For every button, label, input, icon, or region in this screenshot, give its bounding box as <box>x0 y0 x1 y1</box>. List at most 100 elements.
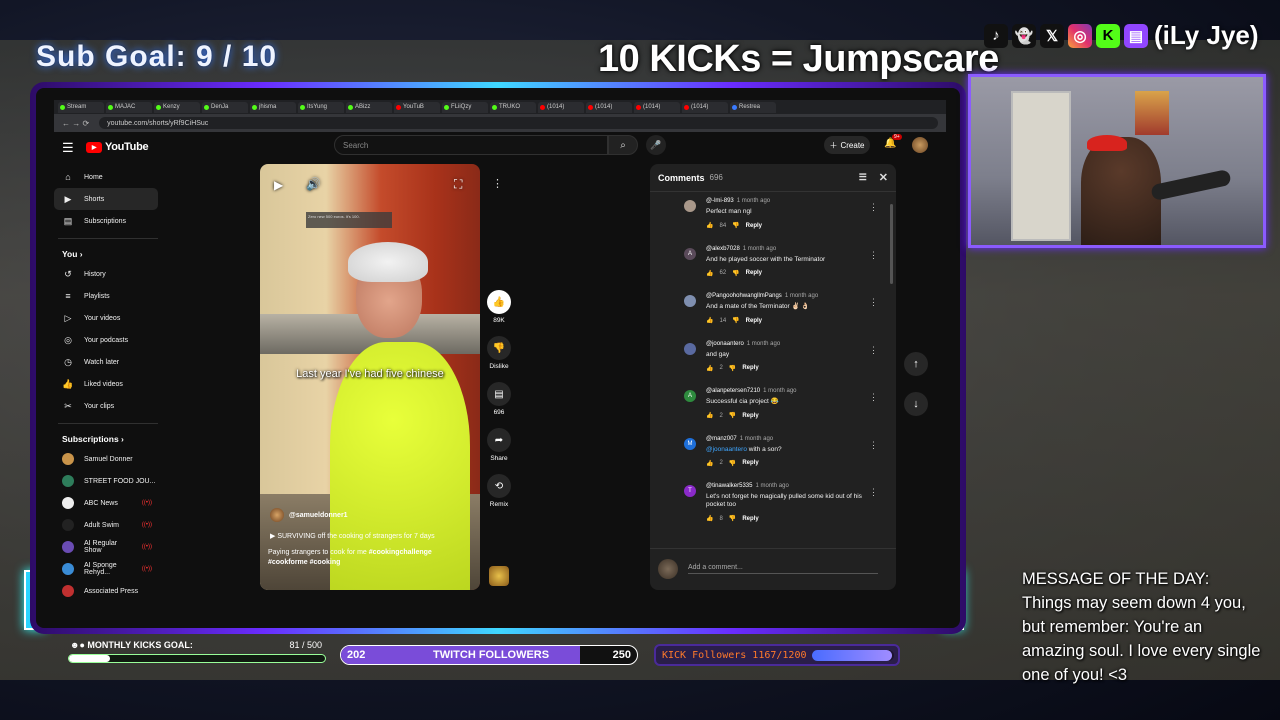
commenter-avatar[interactable]: M <box>684 437 696 450</box>
comment-more-icon[interactable]: ⋮ <box>869 440 878 451</box>
short-more-options-icon[interactable]: ⋮ <box>492 177 503 190</box>
sidebar-item-history[interactable]: ↺ History <box>54 263 158 285</box>
remix-icon[interactable]: ⟲ <box>487 474 511 498</box>
browser-tab[interactable]: TRUKO <box>490 101 536 113</box>
dislike-icon[interactable]: 👎 <box>487 336 511 360</box>
commenter-avatar[interactable]: A <box>684 247 696 260</box>
like-icon[interactable]: 👍 <box>706 270 713 277</box>
browser-tab[interactable]: Restrea <box>730 101 776 113</box>
short-channel[interactable]: @samueldonner1 <box>270 508 348 522</box>
back-forward-reload-icons[interactable]: ← → ⟳ <box>62 119 89 128</box>
account-avatar[interactable] <box>912 137 928 153</box>
volume-icon[interactable]: 🔊 <box>306 177 321 191</box>
sidebar-item-your-videos[interactable]: ▷ Your videos <box>54 307 158 329</box>
create-button[interactable]: ＋ Create <box>824 136 870 154</box>
hamburger-menu-icon[interactable]: ☰ <box>62 140 74 156</box>
hashtag[interactable]: #cooking <box>310 559 341 566</box>
comment-more-icon[interactable]: ⋮ <box>869 392 878 403</box>
sidebar-item-your-clips[interactable]: ✂ Your clips <box>54 395 158 417</box>
subscription-item[interactable]: STREET FOOD JOU... <box>54 470 158 492</box>
sidebar-item-playlists[interactable]: ≡ Playlists <box>54 285 158 307</box>
channel-avatar[interactable] <box>270 508 284 522</box>
sidebar-item-liked-videos[interactable]: 👍 Liked videos <box>54 373 158 395</box>
remix-sound-thumbnail[interactable] <box>489 566 509 586</box>
reply-button[interactable]: Reply <box>746 223 762 229</box>
reply-button[interactable]: Reply <box>742 413 758 419</box>
reply-button[interactable]: Reply <box>742 516 758 522</box>
sidebar-item-shorts[interactable]: ▶ Shorts <box>54 188 158 210</box>
sidebar-item-home[interactable]: ⌂ Home <box>54 166 158 188</box>
comments-scrollbar[interactable] <box>890 204 893 284</box>
browser-tab[interactable]: (1014) <box>634 101 680 113</box>
commenter-avatar[interactable] <box>684 342 696 355</box>
comment-author[interactable]: @PangoohohwangllmPangs <box>706 293 782 299</box>
comment-more-icon[interactable]: ⋮ <box>869 202 878 213</box>
comment-mention[interactable]: @joonaantero <box>706 446 747 453</box>
sort-icon[interactable]: ☰ <box>859 172 867 183</box>
browser-tab[interactable]: YouTuB <box>394 101 440 113</box>
browser-tab[interactable]: (1014) <box>538 101 584 113</box>
comment-more-icon[interactable]: ⋮ <box>869 345 878 356</box>
like-icon[interactable]: 👍 <box>706 460 713 467</box>
browser-tab[interactable]: jhisma <box>250 101 296 113</box>
play-icon[interactable]: ▶ <box>274 178 283 192</box>
commenter-avatar[interactable]: A <box>684 390 696 402</box>
search-icon[interactable]: ⌕ <box>608 135 638 155</box>
microphone-icon[interactable]: 🎤 <box>646 135 666 155</box>
sidebar-subscriptions-heading[interactable]: Subscriptions › <box>54 430 164 448</box>
reply-button[interactable]: Reply <box>742 460 758 466</box>
dislike-icon[interactable]: 👎 <box>732 270 739 277</box>
dislike-icon[interactable]: 👎 <box>729 460 736 467</box>
like-icon[interactable]: 👍 <box>487 290 511 314</box>
close-icon[interactable]: ✕ <box>879 171 888 184</box>
dislike-icon[interactable]: 👎 <box>732 222 739 229</box>
short-title[interactable]: ▶ SURVIVING off the cooking of strangers… <box>270 532 435 540</box>
browser-tab[interactable]: Kenzy <box>154 101 200 113</box>
subscription-item[interactable]: AI Regular Show ((•)) <box>54 536 158 558</box>
commenter-avatar[interactable]: T <box>684 485 696 497</box>
add-comment-input[interactable]: Add a comment... <box>688 564 878 574</box>
comment-author[interactable]: @-lmi-893 <box>706 198 734 204</box>
comment-author[interactable]: @alexb7028 <box>706 246 740 252</box>
url-field[interactable]: youtube.com/shorts/yRf9CiHSuc <box>99 117 938 129</box>
like-icon[interactable]: 👍 <box>706 317 713 324</box>
short-video-player[interactable]: ▶ 🔊 ⛶ Zero new 500 euros. It's 100. Last… <box>260 164 480 590</box>
reply-button[interactable]: Reply <box>746 318 762 324</box>
subscription-item[interactable]: ABC News ((•)) <box>54 492 158 514</box>
sidebar-item-your-podcasts[interactable]: ◎ Your podcasts <box>54 329 158 351</box>
dislike-icon[interactable]: 👎 <box>732 317 739 324</box>
youtube-logo[interactable]: ▶ YouTube <box>86 141 149 153</box>
sidebar-you-heading[interactable]: You › <box>54 245 164 263</box>
previous-short-arrow-icon[interactable]: ↑ <box>904 352 928 376</box>
like-icon[interactable]: 👍 <box>706 222 713 229</box>
commenter-avatar[interactable] <box>684 200 696 212</box>
like-icon[interactable]: 👍 <box>706 515 713 522</box>
subscription-item[interactable]: Adult Swim ((•)) <box>54 514 158 536</box>
browser-tab[interactable]: FLiiQzy <box>442 101 488 113</box>
reply-button[interactable]: Reply <box>742 365 758 371</box>
search-input[interactable]: Search <box>334 135 608 155</box>
subscription-item[interactable]: Samuel Donner <box>54 448 158 470</box>
comment-author[interactable]: @tinawalker5335 <box>706 483 752 489</box>
comments-icon[interactable]: ▤ <box>487 382 511 406</box>
dislike-icon[interactable]: 👎 <box>729 412 736 419</box>
browser-tab[interactable]: Stream <box>58 101 104 113</box>
browser-tab[interactable]: (1014) <box>682 101 728 113</box>
subscription-item[interactable]: AI Sponge Rehyd... ((•)) <box>54 558 158 580</box>
subscription-item[interactable]: Associated Press <box>54 580 158 602</box>
sidebar-item-watch-later[interactable]: ◷ Watch later <box>54 351 158 373</box>
browser-tab[interactable]: ABizz <box>346 101 392 113</box>
dislike-icon[interactable]: 👎 <box>729 515 736 522</box>
comment-author[interactable]: @manz007 <box>706 436 737 442</box>
comment-author[interactable]: @joonaantero <box>706 341 744 347</box>
sidebar-item-subscriptions[interactable]: ▤ Subscriptions <box>54 210 158 232</box>
browser-tab[interactable]: MAJAC <box>106 101 152 113</box>
fullscreen-icon[interactable]: ⛶ <box>454 177 462 192</box>
reply-button[interactable]: Reply <box>746 270 762 276</box>
channel-handle[interactable]: @samueldonner1 <box>289 512 348 519</box>
comment-more-icon[interactable]: ⋮ <box>869 297 878 308</box>
dislike-icon[interactable]: 👎 <box>729 365 736 372</box>
hashtag[interactable]: #cookingchallenge <box>369 549 432 556</box>
next-short-arrow-icon[interactable]: ↓ <box>904 392 928 416</box>
hashtag[interactable]: #cookforme <box>268 559 308 566</box>
